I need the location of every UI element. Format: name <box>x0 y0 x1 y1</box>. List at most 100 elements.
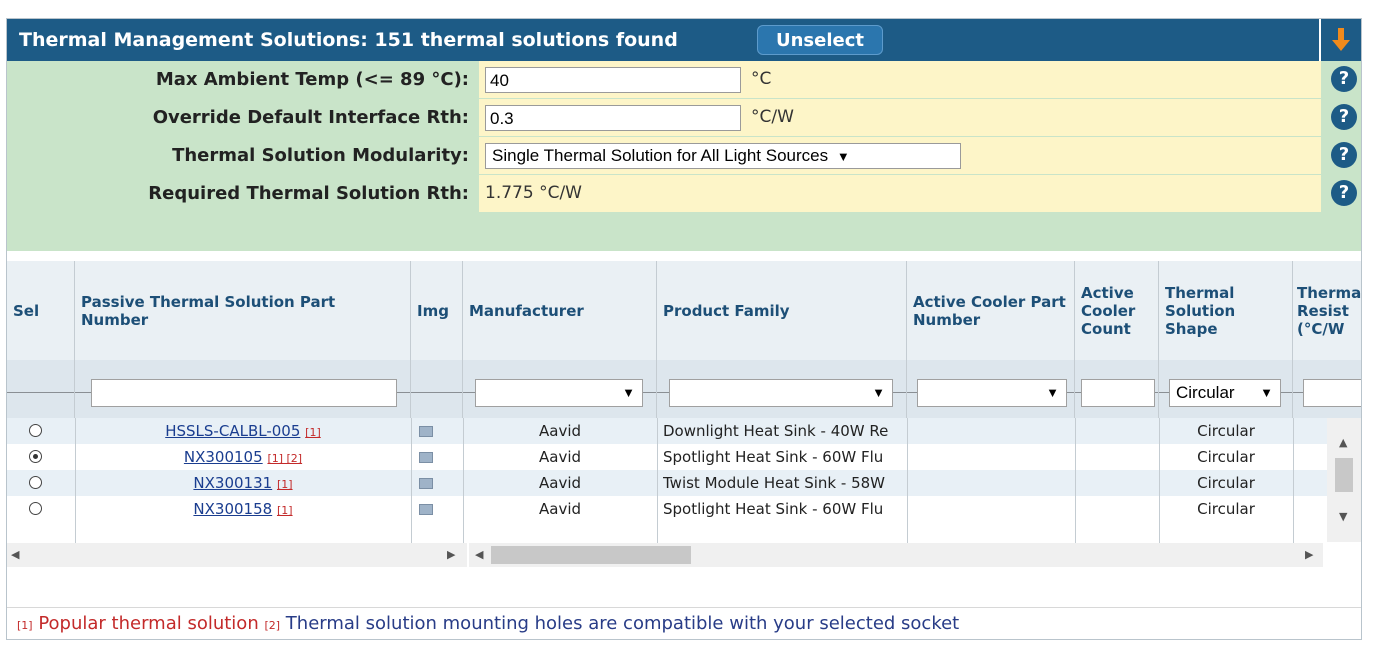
max-ambient-row: Max Ambient Temp (<= 89 °C): 40 °C ? <box>7 61 1361 98</box>
required-rth-label: Required Thermal Solution Rth: <box>148 183 469 204</box>
horizontal-scroll-thumb[interactable] <box>491 546 691 564</box>
table-row[interactable]: HSSLS-CALBL-005 [1] Aavid Downlight Heat… <box>7 418 1327 444</box>
product-family-cell: Downlight Heat Sink - 40W Re <box>663 422 889 440</box>
part-number-cell: NX300131 [1] <box>75 470 411 496</box>
panel-title: Thermal Management Solutions: 151 therma… <box>19 29 678 51</box>
part-number-link[interactable]: NX300131 <box>193 474 272 492</box>
col-header-img[interactable]: Img <box>411 261 463 360</box>
footnote-text-1: Popular thermal solution <box>38 613 259 634</box>
row-select-radio[interactable] <box>29 502 42 515</box>
max-ambient-input[interactable]: 40 <box>485 67 741 93</box>
vertical-scrollbar[interactable]: ▲ ▼ <box>1327 418 1361 542</box>
override-rth-row: Override Default Interface Rth: 0.3 °C/W… <box>7 99 1361 136</box>
down-arrow-icon <box>1332 28 1350 51</box>
shape-filter-select[interactable]: Circular ▼ <box>1169 379 1281 407</box>
col-header-part-number[interactable]: Passive Thermal Solution Part Number <box>75 261 411 360</box>
footnote-mark-1: [1] <box>17 619 33 632</box>
part-number-link[interactable]: NX300158 <box>193 500 272 518</box>
scroll-up-icon[interactable]: ▲ <box>1339 436 1347 449</box>
thermal-solutions-panel: Thermal Management Solutions: 151 therma… <box>6 18 1362 640</box>
part-number-link[interactable]: NX300105 <box>184 448 263 466</box>
image-icon[interactable] <box>419 452 433 463</box>
product-family-filter-select[interactable]: ▼ <box>669 379 893 407</box>
required-rth-value-cell: 1.775 °C/W <box>479 175 1321 212</box>
part-number-cell: HSSLS-CALBL-005 [1] <box>75 418 411 444</box>
manufacturer-cell: Aavid <box>538 448 582 466</box>
col-header-product-family[interactable]: Product Family <box>657 261 907 360</box>
col-header-manufacturer[interactable]: Manufacturer <box>463 261 657 360</box>
parameters-section: Max Ambient Temp (<= 89 °C): 40 °C ? Ove… <box>7 61 1361 251</box>
footnote-ref[interactable]: [1] <box>305 426 321 439</box>
chevron-down-icon: ▼ <box>1260 385 1273 400</box>
help-icon[interactable]: ? <box>1331 142 1357 168</box>
active-cooler-count-filter-input[interactable] <box>1081 379 1155 407</box>
image-icon[interactable] <box>419 478 433 489</box>
footnote-ref[interactable]: [1] <box>277 478 293 491</box>
unselect-button[interactable]: Unselect <box>757 25 884 55</box>
table-header: Sel Passive Thermal Solution Part Number… <box>7 261 1361 361</box>
col-header-active-cooler-count[interactable]: Active Cooler Count <box>1075 261 1159 360</box>
vertical-scroll-thumb[interactable] <box>1335 458 1353 492</box>
table-row[interactable]: NX300158 [1] Aavid Spotlight Heat Sink -… <box>7 496 1327 522</box>
col-header-sel[interactable]: Sel <box>7 261 75 360</box>
col-header-active-cooler-part[interactable]: Active Cooler Part Number <box>907 261 1075 360</box>
footnote-mark-2: [2] <box>264 619 281 632</box>
product-family-cell: Spotlight Heat Sink - 60W Flu <box>663 500 884 518</box>
max-ambient-value-cell: 40 °C <box>479 61 1321 98</box>
scroll-right-icon[interactable]: ▶ <box>447 548 455 561</box>
modularity-label: Thermal Solution Modularity: <box>172 145 469 166</box>
col-header-resistance[interactable]: Thermal Resist (°C/W <box>1293 261 1361 360</box>
resistance-filter-input[interactable] <box>1303 379 1361 407</box>
right-horizontal-scrollbar[interactable]: ◀ ▶ <box>469 543 1323 567</box>
table-row[interactable]: NX300131 [1] Aavid Twist Module Heat Sin… <box>7 470 1327 496</box>
chevron-down-icon: ▼ <box>872 385 885 400</box>
override-rth-label: Override Default Interface Rth: <box>152 107 469 128</box>
row-select-radio[interactable] <box>29 450 42 463</box>
help-icon[interactable]: ? <box>1331 66 1357 92</box>
part-number-cell: NX300105 [1] [2] <box>75 444 411 470</box>
part-number-filter-input[interactable] <box>91 379 397 407</box>
part-number-link[interactable]: HSSLS-CALBL-005 <box>165 422 300 440</box>
left-horizontal-scrollbar[interactable]: ◀ ▶ <box>7 543 467 567</box>
help-icon[interactable]: ? <box>1331 104 1357 130</box>
image-icon[interactable] <box>419 504 433 515</box>
modularity-select[interactable]: Single Thermal Solution for All Light So… <box>485 143 961 169</box>
scroll-left-icon[interactable]: ◀ <box>11 548 19 561</box>
chevron-down-icon: ▼ <box>1046 385 1059 400</box>
manufacturer-cell: Aavid <box>538 474 582 492</box>
filter-row: ▼ ▼ ▼ Circular ▼ <box>7 360 1361 419</box>
manufacturer-cell: Aavid <box>538 422 582 440</box>
shape-cell: Circular <box>1197 422 1255 440</box>
footnote-ref[interactable]: [1] [2] <box>267 452 302 465</box>
max-ambient-unit: °C <box>751 69 772 89</box>
chevron-down-icon: ▼ <box>836 149 850 164</box>
shape-cell: Circular <box>1197 474 1255 492</box>
modularity-value-cell: Single Thermal Solution for All Light So… <box>479 137 1321 174</box>
product-family-cell: Spotlight Heat Sink - 60W Flu <box>663 448 884 466</box>
help-icon[interactable]: ? <box>1331 180 1357 206</box>
override-rth-input[interactable]: 0.3 <box>485 105 741 131</box>
image-icon[interactable] <box>419 426 433 437</box>
modularity-row: Thermal Solution Modularity: Single Ther… <box>7 137 1361 174</box>
scroll-down-icon[interactable]: ▼ <box>1339 510 1347 523</box>
panel-header: Thermal Management Solutions: 151 therma… <box>7 19 1319 61</box>
manufacturer-filter-select[interactable]: ▼ <box>475 379 643 407</box>
footnote-ref[interactable]: [1] <box>277 504 293 517</box>
row-select-radio[interactable] <box>29 424 42 437</box>
shape-cell: Circular <box>1197 448 1255 466</box>
chevron-down-icon: ▼ <box>622 385 635 400</box>
shape-filter-selected: Circular <box>1176 383 1235 402</box>
shape-cell: Circular <box>1197 500 1255 518</box>
collapse-toggle[interactable] <box>1321 19 1361 61</box>
manufacturer-cell: Aavid <box>538 500 582 518</box>
table-row[interactable]: NX300105 [1] [2] Aavid Spotlight Heat Si… <box>7 444 1327 470</box>
scroll-right-icon[interactable]: ▶ <box>1305 548 1313 561</box>
row-select-radio[interactable] <box>29 476 42 489</box>
product-family-cell: Twist Module Heat Sink - 58W <box>663 474 885 492</box>
required-rth-row: Required Thermal Solution Rth: 1.775 °C/… <box>7 175 1361 212</box>
max-ambient-label: Max Ambient Temp (<= 89 °C): <box>155 69 469 90</box>
active-cooler-filter-select[interactable]: ▼ <box>917 379 1067 407</box>
part-number-cell: NX300158 [1] <box>75 496 411 522</box>
scroll-left-icon[interactable]: ◀ <box>475 548 483 561</box>
col-header-shape[interactable]: Thermal Solution Shape <box>1159 261 1293 360</box>
